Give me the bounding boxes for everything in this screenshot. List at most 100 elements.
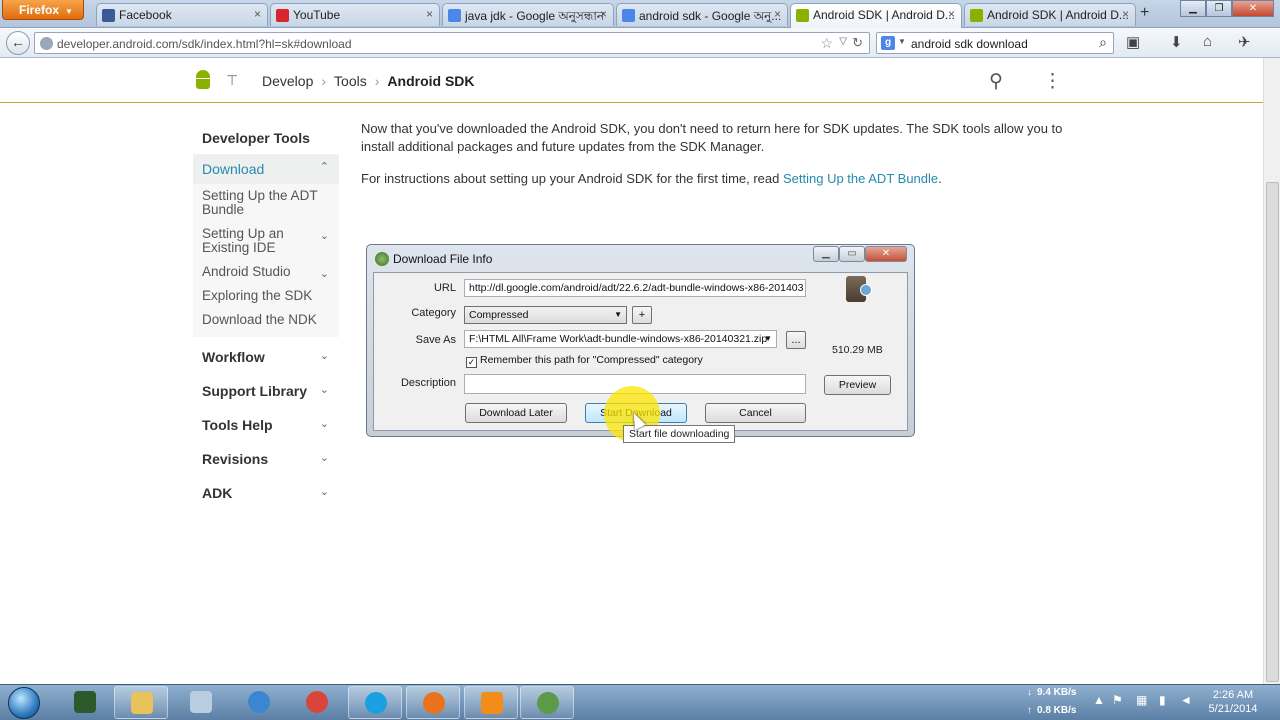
arrow-up-icon: ↑	[1027, 705, 1032, 716]
taskbar-app-vlc[interactable]	[464, 686, 518, 719]
sidebar-link-existing-ide[interactable]: Setting Up an Existing IDE ⌄	[193, 222, 339, 260]
maximize-window-button[interactable]: ❐	[1206, 0, 1232, 17]
show-hidden-icons-icon[interactable]: ▲	[1093, 693, 1105, 707]
setting-up-adt-link[interactable]: Setting Up the ADT Bundle	[783, 171, 938, 186]
reload-icon[interactable]: ↻	[852, 35, 863, 51]
sidebar-link-download-ndk[interactable]: Download the NDK	[193, 308, 339, 337]
addon-icon[interactable]: ✈	[1238, 33, 1251, 51]
chevron-down-icon: ▼	[764, 334, 772, 343]
sidebar-item-support-library[interactable]: Support Library ⌄	[193, 375, 339, 407]
sidebar-item-download[interactable]: Download ⌃	[193, 154, 339, 184]
downloads-icon[interactable]: ⬇	[1170, 33, 1183, 51]
taskbar-app-firefox[interactable]	[406, 686, 460, 719]
chevron-down-icon: ⌄	[319, 230, 329, 242]
breadcrumb-develop[interactable]: Develop	[262, 73, 313, 89]
taskbar-app-cmd[interactable]	[58, 686, 112, 719]
tab-android-sdk-2[interactable]: Android SDK | Android D... ×	[964, 3, 1136, 26]
dialog-title: Download File Info	[393, 252, 493, 266]
taskbar-app-explorer[interactable]	[114, 686, 168, 719]
back-button[interactable]: ←	[6, 31, 30, 55]
arrow-down-icon: ↓	[1027, 687, 1032, 698]
minimize-window-button[interactable]: ▁	[1180, 0, 1206, 17]
system-clock[interactable]: 2:26 AM 5/21/2014	[1200, 688, 1266, 716]
url-field[interactable]: http://dl.google.com/android/adt/22.6.2/…	[464, 279, 806, 297]
site-identity-icon[interactable]	[40, 37, 53, 50]
category-select[interactable]: Compressed ▼	[464, 306, 627, 324]
breadcrumb-android-sdk[interactable]: Android SDK	[387, 73, 474, 89]
clock-time: 2:26 AM	[1212, 689, 1254, 701]
chevron-down-icon: ⌄	[319, 486, 329, 498]
pin-icon[interactable]: ⊤	[226, 72, 238, 89]
cancel-button[interactable]: Cancel	[705, 403, 806, 423]
network-icon[interactable]: ▦	[1136, 693, 1147, 707]
page-scrollbar[interactable]	[1263, 58, 1280, 684]
close-icon[interactable]: ×	[600, 7, 607, 21]
search-bar[interactable]: g ▼ android sdk download ⌕	[876, 32, 1114, 54]
close-window-button[interactable]: ✕	[1232, 0, 1274, 17]
dialog-close-button[interactable]: ✕	[865, 246, 907, 262]
chrome-icon	[306, 691, 328, 713]
address-bar[interactable]: developer.android.com/sdk/index.html?hl=…	[34, 32, 870, 54]
action-center-flag-icon[interactable]: ⚑	[1112, 693, 1123, 707]
taskbar-app-ie[interactable]	[232, 686, 286, 719]
more-vert-icon[interactable]: ⋮	[1043, 70, 1062, 93]
battery-icon[interactable]: ▮	[1159, 693, 1166, 707]
dialog-minimize-button[interactable]: ▁	[813, 246, 839, 262]
taskbar-app-skype[interactable]	[348, 686, 402, 719]
add-category-button[interactable]: +	[632, 306, 652, 324]
paragraph-text: .	[938, 171, 942, 186]
volume-icon[interactable]: ◄	[1180, 693, 1192, 707]
tab-title: java jdk - Google অনুসন্ধান	[465, 9, 605, 23]
sidebar-link-exploring-sdk[interactable]: Exploring the SDK	[193, 284, 339, 308]
bookmark-star-icon[interactable]: ☆	[820, 35, 833, 52]
firefox-menu-label: Firefox	[19, 3, 60, 17]
start-button[interactable]	[8, 687, 40, 719]
tab-android-sdk-active[interactable]: Android SDK | Android D... ×	[790, 3, 962, 28]
sidebar-item-tools-help[interactable]: Tools Help ⌄	[193, 409, 339, 441]
taskbar-app-chrome[interactable]	[290, 686, 344, 719]
sidebar-link-android-studio[interactable]: Android Studio ⌄	[193, 260, 339, 284]
chevron-down-icon: ▼	[614, 310, 622, 319]
close-icon[interactable]: ×	[426, 7, 433, 21]
taskbar-app-idm[interactable]	[520, 686, 574, 719]
taskbar-app-search[interactable]	[174, 686, 228, 719]
search-icon[interactable]: ⚲	[989, 70, 1003, 93]
tab-java-jdk-search[interactable]: java jdk - Google অনুসন্ধান ×	[442, 3, 614, 26]
description-label: Description	[400, 377, 456, 389]
sidebar-link-setting-up-adt[interactable]: Setting Up the ADT Bundle	[193, 184, 339, 222]
home-icon[interactable]: ⌂	[1203, 33, 1212, 50]
chevron-down-icon: ⌄	[319, 452, 329, 464]
close-icon[interactable]: ×	[254, 7, 261, 21]
clock-date: 5/21/2014	[1208, 703, 1258, 715]
new-tab-icon[interactable]: +	[1140, 4, 1149, 22]
sidebar-item-revisions[interactable]: Revisions ⌄	[193, 443, 339, 475]
google-icon[interactable]: g	[881, 36, 895, 50]
tab-android-sdk-search[interactable]: android sdk - Google অনু... ×	[616, 3, 788, 26]
close-icon[interactable]: ×	[948, 7, 955, 21]
navigation-bar: ← developer.android.com/sdk/index.html?h…	[0, 28, 1280, 58]
preview-button[interactable]: Preview	[824, 375, 891, 395]
download-later-button[interactable]: Download Later	[465, 403, 567, 423]
dialog-maximize-button[interactable]: ▭	[839, 246, 865, 262]
bookmarks-icon[interactable]: ▣	[1126, 33, 1140, 51]
firefox-menu-button[interactable]: Firefox ▼	[2, 0, 84, 20]
android-logo-icon[interactable]	[194, 70, 212, 90]
tab-facebook[interactable]: Facebook ×	[96, 3, 268, 26]
sidebar-item-developer-tools[interactable]: Developer Tools	[193, 122, 339, 154]
firefox-icon	[423, 692, 445, 714]
sidebar-item-adk[interactable]: ADK ⌄	[193, 477, 339, 509]
search-icon[interactable]: ⌕	[1099, 34, 1107, 51]
save-as-field[interactable]: F:\HTML All\Frame Work\adt-bundle-window…	[464, 330, 777, 348]
close-icon[interactable]: ×	[1122, 7, 1129, 21]
scrollbar-thumb[interactable]	[1266, 182, 1279, 682]
close-icon[interactable]: ×	[774, 7, 781, 21]
facebook-icon	[102, 9, 115, 22]
remember-path-checkbox[interactable]: ✓ Remember this path for "Compressed" cat…	[466, 354, 703, 368]
sidebar-item-workflow[interactable]: Workflow ⌄	[193, 341, 339, 373]
browse-button[interactable]: ...	[786, 331, 806, 349]
history-dropdown-icon[interactable]: ▽	[839, 36, 847, 47]
tab-title: YouTube	[293, 8, 341, 22]
breadcrumb-tools[interactable]: Tools	[334, 73, 367, 89]
tab-youtube[interactable]: YouTube ×	[270, 3, 440, 26]
chevron-down-icon[interactable]: ▼	[898, 37, 906, 46]
